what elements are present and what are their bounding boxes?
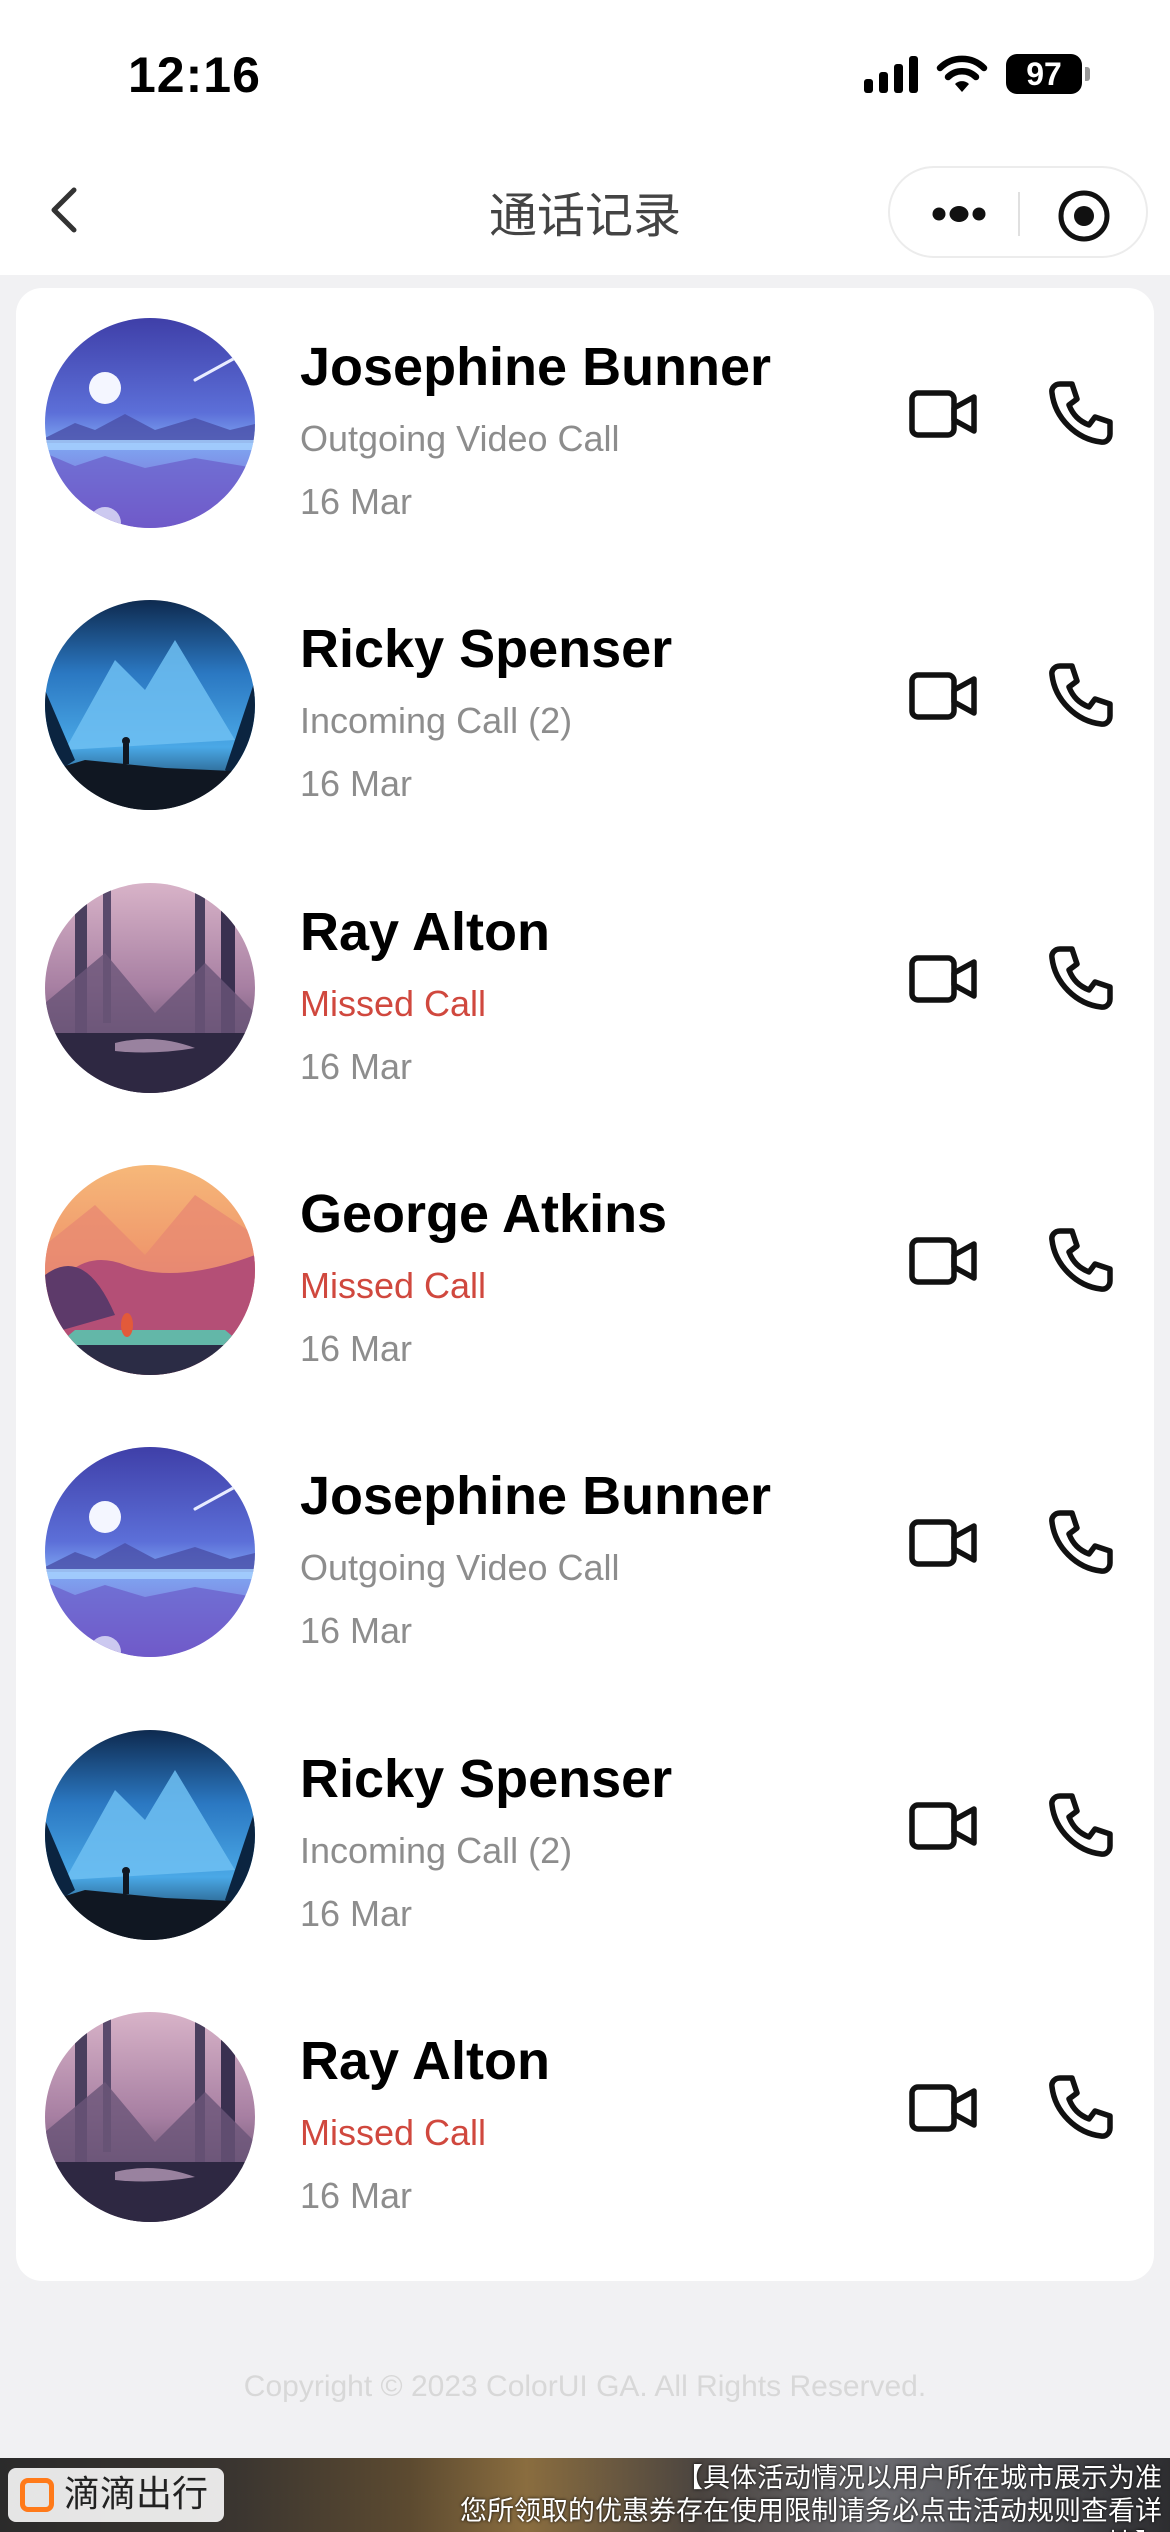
call-status: Outgoing Video Call — [300, 1547, 620, 1589]
avatar-image — [45, 2011, 255, 2222]
status-time: 12:16 — [128, 47, 261, 103]
banner-brand-label: 滴滴出行 — [64, 2474, 209, 2515]
video-camera-icon[interactable] — [908, 1513, 980, 1573]
target-circle-icon[interactable] — [1056, 188, 1112, 244]
banner-brand[interactable]: 滴滴出行 — [8, 2468, 225, 2522]
call-row[interactable]: Ricky Spenser Incoming Call (2) 16 Mar — [16, 1700, 1154, 1984]
call-list: Josephine Bunner Outgoing Video Call 16 Ma… — [16, 288, 1154, 2281]
contact-name: Ricky Spenser — [300, 1748, 673, 1809]
didi-logo-icon — [20, 2478, 54, 2512]
mini-program-capsule — [888, 166, 1148, 258]
avatar-image — [45, 1447, 255, 1658]
avatar-image — [45, 1164, 255, 1375]
battery-level: 97 — [1006, 54, 1082, 94]
promo-banner[interactable]: 滴滴出行 【具体活动情况以用户所在城市展示为准 您所领取的优惠券存在使用限制请务… — [0, 2458, 1170, 2532]
video-camera-icon[interactable] — [908, 666, 980, 726]
more-dots-icon[interactable] — [926, 189, 992, 239]
call-row[interactable]: Ricky Spenser Incoming Call (2) 16 Mar — [16, 570, 1154, 854]
phone-icon[interactable] — [1046, 1225, 1116, 1295]
signal-icon — [864, 55, 918, 93]
banner-line-2: 您所领取的优惠券存在使用限制请务必点击活动规则查看详情】 — [460, 2496, 1162, 2532]
wifi-icon — [936, 55, 988, 92]
call-status: Missed Call — [300, 1264, 487, 1306]
avatar[interactable] — [45, 2011, 255, 2222]
battery-icon: 97 — [1006, 54, 1090, 94]
phone-icon[interactable] — [1046, 2072, 1116, 2142]
call-date: 16 Mar — [300, 1610, 413, 1652]
call-date: 16 Mar — [300, 481, 413, 522]
call-date: 16 Mar — [300, 2174, 413, 2216]
avatar[interactable] — [45, 1164, 255, 1375]
call-status: Missed Call — [300, 2111, 487, 2153]
phone-icon[interactable] — [1046, 660, 1116, 730]
copyright-text: Copyright © 2023 ColorUI GA. All Rights … — [243, 2370, 927, 2403]
video-camera-icon[interactable] — [908, 1796, 980, 1856]
banner-text: 【具体活动情况以用户所在城市展示为准 您所领取的优惠券存在使用限制请务必点击活动… — [442, 2462, 1162, 2532]
video-camera-icon[interactable] — [908, 949, 980, 1009]
video-camera-icon[interactable] — [908, 2078, 980, 2138]
call-date: 16 Mar — [300, 1045, 413, 1087]
avatar-image — [45, 318, 255, 528]
call-status: Incoming Call (2) — [300, 1829, 573, 1871]
capsule-divider — [1018, 192, 1020, 236]
avatar[interactable] — [45, 318, 255, 528]
contact-name: Ricky Spenser — [300, 619, 673, 680]
banner-line-1: 【具体活动情况以用户所在城市展示为准 — [676, 2463, 1162, 2494]
avatar[interactable] — [45, 1447, 255, 1658]
avatar[interactable] — [45, 600, 255, 811]
call-row[interactable]: Josephine Bunner Outgoing Video Call 16 Ma… — [16, 1417, 1154, 1701]
contact-name: Ray Alton — [300, 901, 551, 962]
call-status: Outgoing Video Call — [300, 418, 620, 459]
status-bar: 12:16 97 — [0, 0, 1170, 150]
call-date: 16 Mar — [300, 1327, 413, 1369]
contact-name: George Atkins — [300, 1183, 668, 1244]
phone-icon[interactable] — [1046, 1790, 1116, 1860]
avatar-image — [45, 882, 255, 1093]
avatar[interactable] — [45, 1729, 255, 1940]
call-status: Missed Call — [300, 982, 487, 1024]
call-row[interactable]: Ray Alton Missed Call 16 Mar — [16, 853, 1154, 1137]
video-camera-icon[interactable] — [908, 1231, 980, 1291]
phone-icon[interactable] — [1046, 1507, 1116, 1577]
call-row[interactable]: Josephine Bunner Outgoing Video Call 16 Ma… — [16, 288, 1154, 572]
avatar-image — [45, 1729, 255, 1940]
contact-name: Josephine Bunner — [300, 337, 772, 397]
video-camera-icon[interactable] — [908, 384, 980, 444]
call-date: 16 Mar — [300, 763, 413, 805]
contact-name: Josephine Bunner — [300, 1466, 772, 1527]
call-status: Incoming Call (2) — [300, 700, 573, 742]
avatar-image — [45, 600, 255, 811]
call-date: 16 Mar — [300, 1892, 413, 1934]
contact-name: Ray Alton — [300, 2030, 551, 2091]
phone-icon[interactable] — [1046, 943, 1116, 1013]
phone-icon[interactable] — [1046, 378, 1116, 448]
status-icons: 97 — [864, 54, 1090, 94]
call-row[interactable]: George Atkins Missed Call 16 Mar — [16, 1135, 1154, 1419]
avatar[interactable] — [45, 882, 255, 1093]
nav-bar: 通话记录 — [0, 150, 1170, 275]
call-row[interactable]: Ray Alton Missed Call 16 Mar — [16, 1982, 1154, 2266]
